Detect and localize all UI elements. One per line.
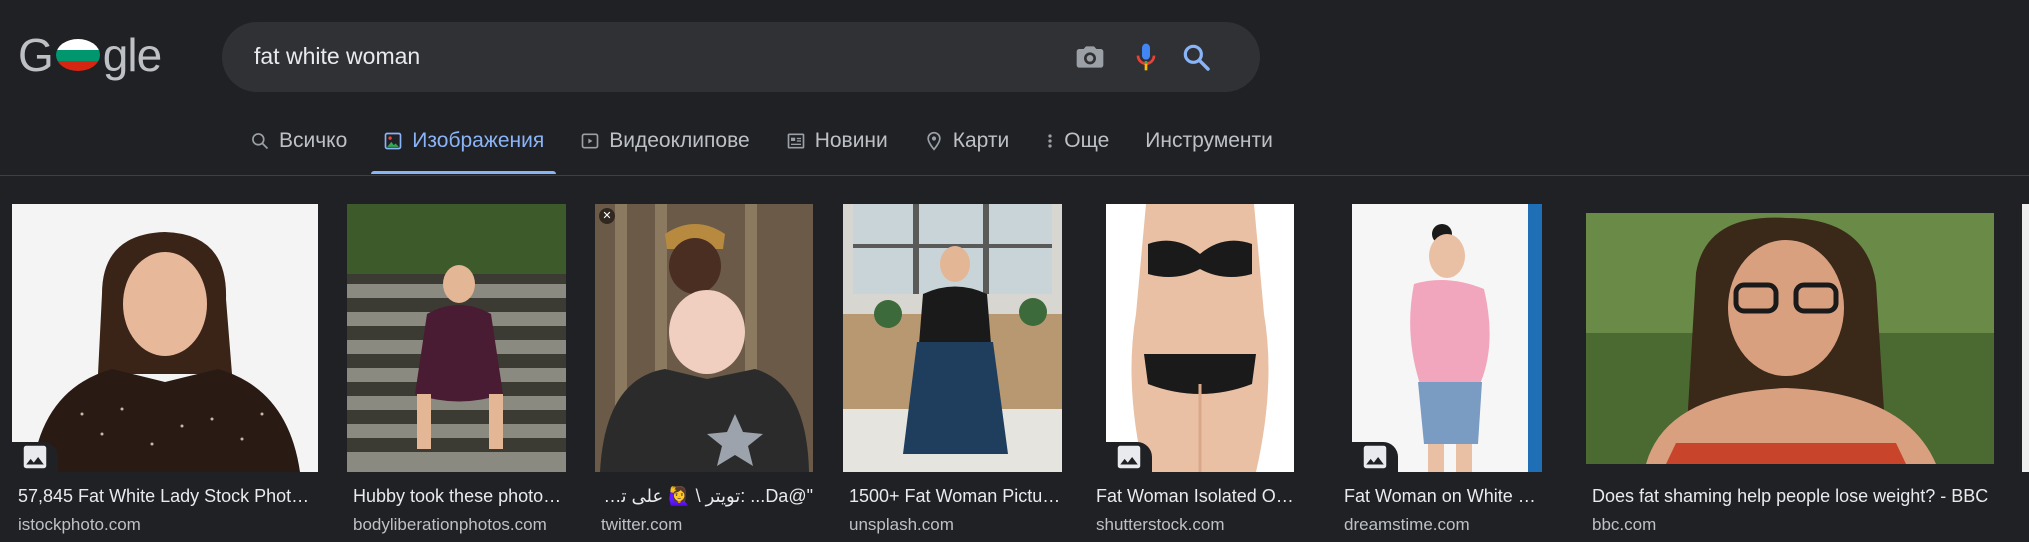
result-thumbnail[interactable] [2022, 204, 2029, 472]
video-icon [581, 133, 599, 149]
image-result-card[interactable]: Fat Woman Isolated On White ... shutters… [1090, 176, 1294, 542]
result-title[interactable]: Hubby took these photos ... [353, 486, 566, 507]
google-logo[interactable]: G gle [18, 29, 162, 81]
close-icon[interactable]: ✕ [599, 208, 615, 224]
tab-more[interactable]: Още [1045, 118, 1109, 164]
search-icon[interactable] [1180, 41, 1212, 73]
result-source[interactable]: bbc.com [1592, 515, 1656, 535]
woman-in-room-image [843, 204, 1062, 472]
image-result-card-partial[interactable] [2022, 176, 2029, 542]
woman-profile-image [1352, 204, 1542, 472]
result-thumbnail[interactable] [843, 204, 1062, 472]
camera-icon[interactable] [1074, 41, 1106, 73]
result-title[interactable]: Fat Woman on White Background ... [1344, 486, 1542, 507]
result-title[interactable]: Fat Woman Isolated On White ... [1096, 486, 1294, 507]
image-result-card[interactable]: Fat Woman on White Background ... dreams… [1338, 176, 1542, 542]
tab-news[interactable]: Новини [786, 118, 888, 164]
result-title[interactable]: 57,845 Fat White Lady Stock Photos ... [18, 486, 318, 507]
tab-label: Видеоклипове [609, 129, 750, 152]
tab-videos[interactable]: Видеоклипове [580, 118, 750, 164]
tab-images[interactable]: Изображения [371, 118, 557, 174]
result-thumbnail[interactable]: ✕ [595, 204, 813, 472]
search-input[interactable]: fat white woman [254, 43, 420, 70]
image-results-grid: 57,845 Fat White Lady Stock Photos ... i… [0, 176, 2029, 542]
tab-tools[interactable]: Инструменти [1145, 118, 1273, 164]
tab-label: Карти [952, 129, 1010, 152]
top-bar: G gle fat white woman Всичко Изображения… [0, 0, 2029, 176]
tab-label: Изображения [412, 129, 545, 152]
tab-label: Новини [814, 129, 888, 152]
woman-with-glasses-image [1586, 213, 1994, 464]
result-source[interactable]: dreamstime.com [1344, 515, 1470, 535]
result-thumbnail[interactable] [12, 204, 318, 472]
woman-on-steps-image [347, 204, 566, 472]
image-result-card[interactable]: Does fat shaming help people lose weight… [1586, 176, 1994, 542]
result-source[interactable]: istockphoto.com [18, 515, 141, 535]
result-source[interactable]: bodyliberationphotos.com [353, 515, 547, 535]
image-icon [1363, 445, 1387, 469]
result-thumbnail[interactable] [1106, 204, 1294, 472]
result-title[interactable]: Does fat shaming help people lose weight… [1592, 486, 1994, 507]
image-icon [23, 445, 47, 469]
more-vert-icon [1048, 134, 1052, 148]
news-icon [787, 133, 805, 149]
map-pin-icon [927, 131, 941, 151]
tab-label: Инструменти [1145, 129, 1273, 152]
result-thumbnail[interactable] [1586, 213, 1994, 464]
result-source[interactable]: shutterstock.com [1096, 515, 1225, 535]
microphone-icon[interactable] [1130, 41, 1162, 73]
result-title[interactable]: "@Da... :تويتر \ 🙋‍♀️ على تويتر [601, 486, 813, 507]
result-source[interactable]: unsplash.com [849, 515, 954, 535]
result-thumbnail[interactable] [1352, 204, 1542, 472]
bulgaria-flag-doodle [55, 39, 100, 71]
image-badge [1106, 442, 1152, 472]
result-thumbnail[interactable] [347, 204, 566, 472]
image-result-card[interactable]: 1500+ Fat Woman Pictures ... unsplash.co… [843, 176, 1062, 542]
search-icon [252, 133, 269, 150]
result-title[interactable]: 1500+ Fat Woman Pictures ... [849, 486, 1062, 507]
image-icon [1117, 445, 1141, 469]
image-badge [12, 442, 58, 472]
tab-label: Всичко [279, 129, 348, 152]
image-badge [1352, 442, 1398, 472]
image-result-card[interactable]: Hubby took these photos ... bodyliberati… [347, 176, 566, 542]
couple-photo-image [595, 204, 813, 472]
tab-label: Още [1064, 129, 1110, 152]
search-tabs: Всичко Изображения Видеоклипове Новини К… [250, 118, 1309, 174]
tab-maps[interactable]: Карти [924, 118, 1009, 164]
search-box[interactable]: fat white woman [222, 22, 1260, 92]
image-result-card[interactable]: 57,845 Fat White Lady Stock Photos ... i… [12, 176, 318, 542]
woman-torso-image [1106, 204, 1294, 472]
result-source[interactable]: twitter.com [601, 515, 682, 535]
tab-all[interactable]: Всичко [250, 118, 347, 164]
image-result-card[interactable]: ✕ "@Da... :تويتر \ 🙋‍♀️ على تويتر twitte… [595, 176, 813, 542]
woman-portrait-image [12, 204, 318, 472]
image-icon [384, 132, 402, 150]
